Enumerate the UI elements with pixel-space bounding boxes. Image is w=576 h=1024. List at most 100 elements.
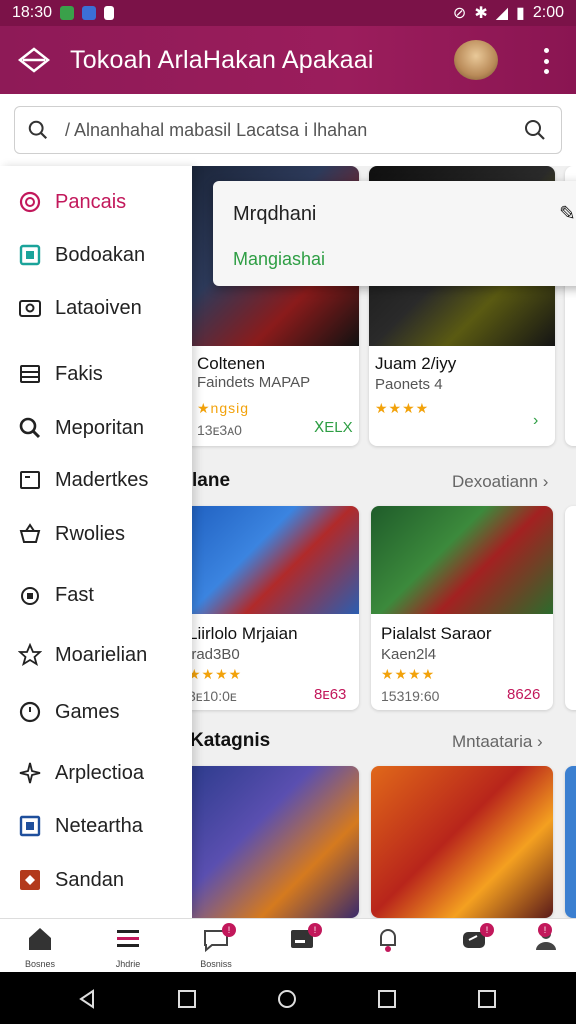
search-bar-container: / Alnanhahal mabasil Lacatsa i lhahan <box>0 94 576 166</box>
window-icon <box>18 468 42 492</box>
notification-badge: ! <box>222 923 236 937</box>
search-icon <box>18 416 42 440</box>
drawer-item-lataoiven[interactable]: Lataoiven <box>0 288 192 328</box>
drawer-item-bodoakan[interactable]: Bodoakan <box>0 235 192 275</box>
nfc-icon: ⊘ <box>452 5 467 22</box>
section-title: Katagnis <box>192 730 271 751</box>
back-icon[interactable] <box>76 988 98 1010</box>
game-card[interactable]: Pialalst Saraor Kaen2l4 ★★★★ 15319:60 86… <box>371 506 553 710</box>
lock-notification-icon <box>104 6 115 20</box>
clock-icon <box>18 700 42 724</box>
app-bar: Tokoah ArlaHakan Apakaai <box>0 26 576 94</box>
section-title: lane <box>192 470 231 491</box>
tab-profile[interactable]: ! <box>516 923 576 971</box>
drawer-item-label: Pancais <box>55 190 127 213</box>
app-title: Tokoah ArlaHakan Apakaai <box>70 45 374 74</box>
tab-games[interactable]: ! <box>444 923 504 971</box>
notification-badge: ! <box>538 923 552 937</box>
game-subtitle: lrad3B0 <box>192 646 240 663</box>
list-icon <box>18 362 42 386</box>
recents-icon[interactable] <box>476 988 498 1010</box>
square-icon[interactable] <box>176 988 198 1010</box>
notification-badge: ! <box>308 923 322 937</box>
search-input[interactable]: / Alnanhahal mabasil Lacatsa i lhahan <box>14 106 562 154</box>
drawer-item-madertkes[interactable]: Madertkes <box>0 460 192 500</box>
sparkle-icon <box>18 761 42 785</box>
tab-chat[interactable]: ! Bosniss <box>186 923 246 971</box>
edit-icon[interactable]: ✎ <box>559 201 576 226</box>
popup-title: Mrqdhani <box>233 203 317 225</box>
popup-subtitle[interactable]: Mangiashai <box>233 249 325 270</box>
rating-stars: ★ngsig <box>197 400 250 416</box>
bluetooth-icon: ✱ <box>474 5 488 22</box>
game-card[interactable]: Liirlolo Mrjaian lrad3B0 ★★★★ 3ᴇ10:0ᴇ 8ᴇ… <box>192 506 359 710</box>
more-options-icon[interactable] <box>536 44 556 78</box>
battery-icon: ▮ <box>516 5 525 22</box>
tab-label: Jhdrie <box>115 959 141 969</box>
app-notification-icon <box>82 6 97 20</box>
game-card[interactable] <box>192 766 359 918</box>
game-subtitle: Kaen2l4 <box>381 646 437 663</box>
game-name: Coltenen <box>197 354 266 373</box>
chevron-right-icon[interactable]: › <box>533 412 538 430</box>
drawer-item-label: Moarielian <box>55 643 148 666</box>
game-name: Pialalst Saraor <box>381 624 492 643</box>
see-more-link[interactable]: Mntaataria › <box>452 732 543 752</box>
drawer-item-sandan[interactable]: Sandan <box>0 860 192 900</box>
square-icon[interactable] <box>376 988 398 1010</box>
home-icon <box>29 928 51 950</box>
app-logo-icon[interactable] <box>14 40 54 80</box>
game-card[interactable] <box>371 766 553 918</box>
star-icon <box>18 643 42 667</box>
tab-card[interactable]: ! <box>272 923 332 971</box>
tab-menu[interactable]: Jhdrie <box>98 923 158 971</box>
drawer-item-label: Neteartha <box>55 814 143 837</box>
drawer-item-label: Madertkes <box>55 468 149 491</box>
see-more-link[interactable]: Dexoatiann › <box>452 472 548 492</box>
rating-stars: ★★★★ <box>192 666 243 682</box>
drawer-item-fakis[interactable]: Fakis <box>0 354 192 394</box>
drawer-item-arplectioa[interactable]: Arplectioa <box>0 753 192 793</box>
game-card[interactable] <box>565 766 576 918</box>
drawer-item-label: Fakis <box>55 362 103 385</box>
game-card[interactable] <box>565 506 576 710</box>
drawer-item-rwolies[interactable]: Rwolies <box>0 514 192 554</box>
drawer-item-fast[interactable]: Fast <box>0 575 192 615</box>
drawer-item-label: Arplectioa <box>55 761 144 784</box>
game-meta: 3ᴇ10:0ᴇ <box>192 688 237 704</box>
see-more-label: Mntaataria <box>452 732 533 751</box>
tab-label: Bosniss <box>200 959 232 969</box>
gift-icon <box>18 868 42 892</box>
tab-home[interactable]: Bosnes <box>10 923 70 971</box>
bell-icon <box>380 929 396 952</box>
notification-badge: ! <box>480 923 494 937</box>
signal-icon: ◢ <box>495 5 509 22</box>
menu-icon <box>117 930 139 947</box>
calendar-icon <box>18 814 42 838</box>
game-meta: 13ᴇ3ᴀ0 <box>197 422 242 438</box>
search-icon <box>28 120 48 140</box>
drawer-item-label: Meporitan <box>55 416 144 439</box>
status-right-time: 2:00 <box>532 4 564 21</box>
app-notification-icon <box>60 6 75 20</box>
search-icon[interactable] <box>523 118 547 142</box>
drawer-item-games[interactable]: Games <box>0 692 192 732</box>
avatar[interactable] <box>454 40 498 80</box>
tablet-icon <box>18 243 42 267</box>
drawer-item-label: Lataoiven <box>55 296 142 319</box>
game-meta: 15319:60 <box>381 688 440 704</box>
drawer-item-neteartha[interactable]: Neteartha <box>0 806 192 846</box>
see-more-label: Dexoatiann <box>452 472 539 491</box>
game-thumbnail <box>371 506 553 614</box>
drawer-item-label: Bodoakan <box>55 243 146 266</box>
tab-notifications[interactable] <box>358 923 418 971</box>
drawer-item-label: Sandan <box>55 868 124 891</box>
drawer-item-moarielian[interactable]: Moarielian <box>0 635 192 675</box>
drawer-item-label: Games <box>55 700 120 723</box>
target-icon <box>18 190 42 214</box>
drawer-item-pancais[interactable]: Pancais <box>0 182 192 222</box>
system-nav-bar <box>0 972 576 1024</box>
popup-menu[interactable]: Mrqdhani Mangiashai ✎ <box>213 181 576 286</box>
drawer-item-meporitan[interactable]: Meporitan <box>0 408 192 448</box>
home-circle-icon[interactable] <box>276 988 298 1010</box>
